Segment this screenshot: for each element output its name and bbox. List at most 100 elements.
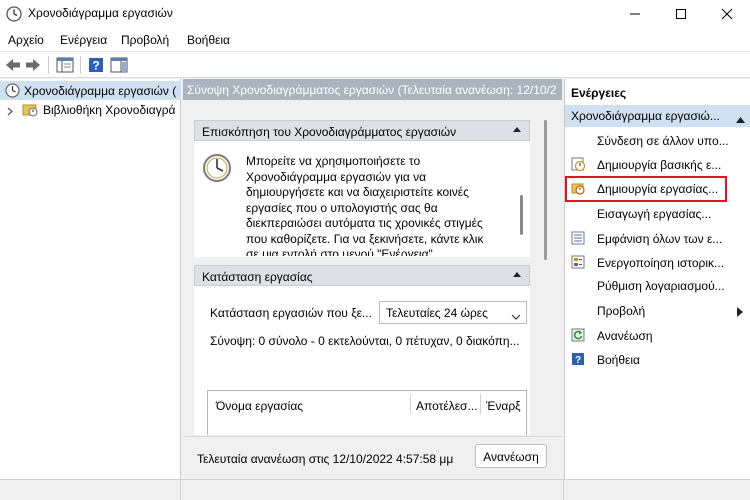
tree-item-task-library[interactable]: Βιβλιοθήκη Χρονοδιαγρά [0,100,181,119]
actions-title: Ενέργειες [571,86,627,100]
list-tasks-icon [571,231,585,245]
status-bar [0,479,750,500]
action-enable-history[interactable]: Ενεργοποίηση ιστορικ... [565,252,750,274]
action-label: Ενεργοποίηση ιστορικ... [597,256,725,270]
action-label: Δημιουργία βασικής ε... [597,158,722,172]
actions-section-header[interactable]: Χρονοδιάγραμμα εργασιώ... [565,105,750,127]
action-label: Ρύθμιση λογαριασμού... [597,279,725,293]
svg-text:?: ? [575,355,581,366]
column-header-task-name[interactable]: Όνομα εργασίας [216,399,303,413]
refresh-button[interactable]: Ανανέωση [475,444,547,468]
task-scheduler-app-icon [6,6,22,25]
toolbar-divider [48,56,49,74]
action-refresh[interactable]: Ανανέωση [565,325,750,347]
column-divider[interactable] [410,394,411,414]
help-icon[interactable]: ? [87,56,105,74]
minimize-button[interactable] [612,0,658,27]
overview-line: δημιουργήσετε και να διαχειριστείτε κοιν… [246,185,469,199]
action-label: Εμφάνιση όλων των ε... [597,232,723,246]
overview-line: Χρονοδιάγραμμα εργασιών για να [246,169,427,184]
column-divider[interactable] [480,394,481,414]
forward-arrow-icon[interactable] [24,56,42,74]
task-status-summary: Σύνοψη: 0 σύνολο - 0 εκτελούνται, 0 πέτυ… [210,334,520,348]
help-icon: ? [571,352,585,366]
menu-action[interactable]: Ενέργεια [60,33,107,47]
column-header-start[interactable]: Έναρξ [486,399,521,413]
task-status-table: Όνομα εργασίας Αποτέλεσ... Έναρξ [207,390,527,435]
action-label: Βοήθεια [597,353,640,367]
center-scrollbar-thumb[interactable] [544,120,547,260]
action-label: Ανανέωση [597,329,653,343]
action-import-task[interactable]: Εισαγωγή εργασίας... [565,203,750,225]
status-bar-segment [0,480,181,500]
action-help[interactable]: ? Βοήθεια [565,349,750,371]
refresh-icon [571,328,585,342]
overview-text: Μπορείτε να χρησιμοποιήσετε το Χρονοδιάγ… [246,154,516,256]
overview-line: Μπορείτε να χρησιμοποιήσετε το [246,154,421,168]
collapse-caret-icon[interactable] [736,112,745,126]
summary-header: Σύνοψη Χρονοδιαγράμματος εργασιών (Τελευ… [183,79,562,100]
overview-title: Επισκόπηση του Χρονοδιαγράμματος εργασιώ… [202,125,457,139]
actions-section-label: Χρονοδιάγραμμα εργασιώ... [571,109,720,123]
action-label: Εισαγωγή εργασίας... [597,207,712,221]
overview-line: σε μια εντολή στο μενού "Ενέργεια" [246,247,433,256]
overview-line: διεκπεραιώσει αυτόματα τις χρονικές στιγ… [246,216,483,230]
last-refresh-text: Τελευταία ανανέωση στις 12/10/2022 4:57:… [197,452,454,466]
overview-line: που καθορίζετε. Για να ξεκινήσετε, κάντε… [246,231,484,246]
action-create-task[interactable]: Δημιουργία εργασίας... [565,176,750,202]
menu-help[interactable]: Βοήθεια [187,33,230,47]
close-button[interactable] [704,0,750,27]
chevron-right-icon[interactable] [7,105,13,119]
toolbar: ? [0,51,750,78]
overview-line: εργασίες που ο υπολογιστής σας θα [246,200,438,215]
collapse-caret-icon[interactable] [513,272,521,277]
show-hide-console-tree-icon[interactable] [55,56,75,74]
toolbar-divider [80,56,81,74]
chevron-down-icon [511,309,521,323]
time-range-select[interactable]: Τελευταίες 24 ώρες [379,301,527,324]
table-header-row: Όνομα εργασίας Αποτέλεσ... Έναρξ [208,391,526,415]
menu-view[interactable]: Προβολή [121,33,169,47]
action-connect[interactable]: Σύνδεση σε άλλον υπο... [565,130,750,152]
menu-file[interactable]: Αρχείο [8,33,44,47]
tree-item-label: Βιβλιοθήκη Χρονοδιαγρά [43,103,176,117]
overview-scrollbar[interactable] [520,195,523,235]
svg-text:?: ? [92,59,99,73]
action-configure-account[interactable]: Ρύθμιση λογαριασμού... [565,275,750,297]
overview-section: Επισκόπηση του Χρονοδιαγράμματος εργασιώ… [194,120,530,257]
action-view[interactable]: Προβολή [565,300,750,322]
action-create-basic-task[interactable]: Δημιουργία βασικής ε... [565,154,750,176]
center-pane: Σύνοψη Χρονοδιαγράμματος εργασιών (Τελευ… [183,79,562,479]
task-status-filter-label: Κατάσταση εργασιών που ξε... [210,306,372,320]
history-icon [571,255,585,269]
task-status-title: Κατάσταση εργασίας [202,270,313,284]
action-display-all-tasks[interactable]: Εμφάνιση όλων των ε... [565,228,750,250]
console-tree: Χρονοδιάγραμμα εργασιών ( Βιβλιοθήκη Χρο… [0,79,181,479]
collapse-caret-icon[interactable] [513,127,521,132]
folder-clock-icon [571,181,585,195]
actions-pane: Ενέργειες Χρονοδιάγραμμα εργασιώ... Σύνδ… [564,79,750,479]
clock-icon [5,83,20,100]
tree-item-task-scheduler[interactable]: Χρονοδιάγραμμα εργασιών ( [0,81,181,100]
folder-clock-icon [22,102,38,119]
task-status-section-header[interactable]: Κατάσταση εργασίας [194,265,530,286]
submenu-arrow-icon [737,306,743,320]
action-label: Προβολή [597,304,646,318]
maximize-button[interactable] [658,0,704,27]
tree-item-label: Χρονοδιάγραμμα εργασιών ( [24,84,177,98]
clock-task-icon [571,157,586,172]
menu-bar: Αρχείο Ενέργεια Προβολή Βοήθεια [0,27,750,51]
task-status-section: Κατάσταση εργασίας Κατάσταση εργασιών πο… [194,265,530,435]
action-label: Δημιουργία εργασίας... [597,182,719,196]
status-bar-divider [563,480,564,500]
time-range-value: Τελευταίες 24 ώρες [386,306,488,320]
back-arrow-icon[interactable] [4,56,22,74]
column-header-result[interactable]: Αποτέλεσ... [416,399,477,413]
window-title: Χρονοδιάγραμμα εργασιών [28,6,173,20]
center-footer: Τελευταία ανανέωση στις 12/10/2022 4:57:… [183,436,562,479]
overview-section-header[interactable]: Επισκόπηση του Χρονοδιαγράμματος εργασιώ… [194,120,530,141]
clock-illustration-icon [202,153,232,186]
action-label: Σύνδεση σε άλλον υπο... [597,134,729,148]
show-hide-action-pane-icon[interactable] [109,56,129,74]
title-bar: Χρονοδιάγραμμα εργασιών [0,0,750,27]
